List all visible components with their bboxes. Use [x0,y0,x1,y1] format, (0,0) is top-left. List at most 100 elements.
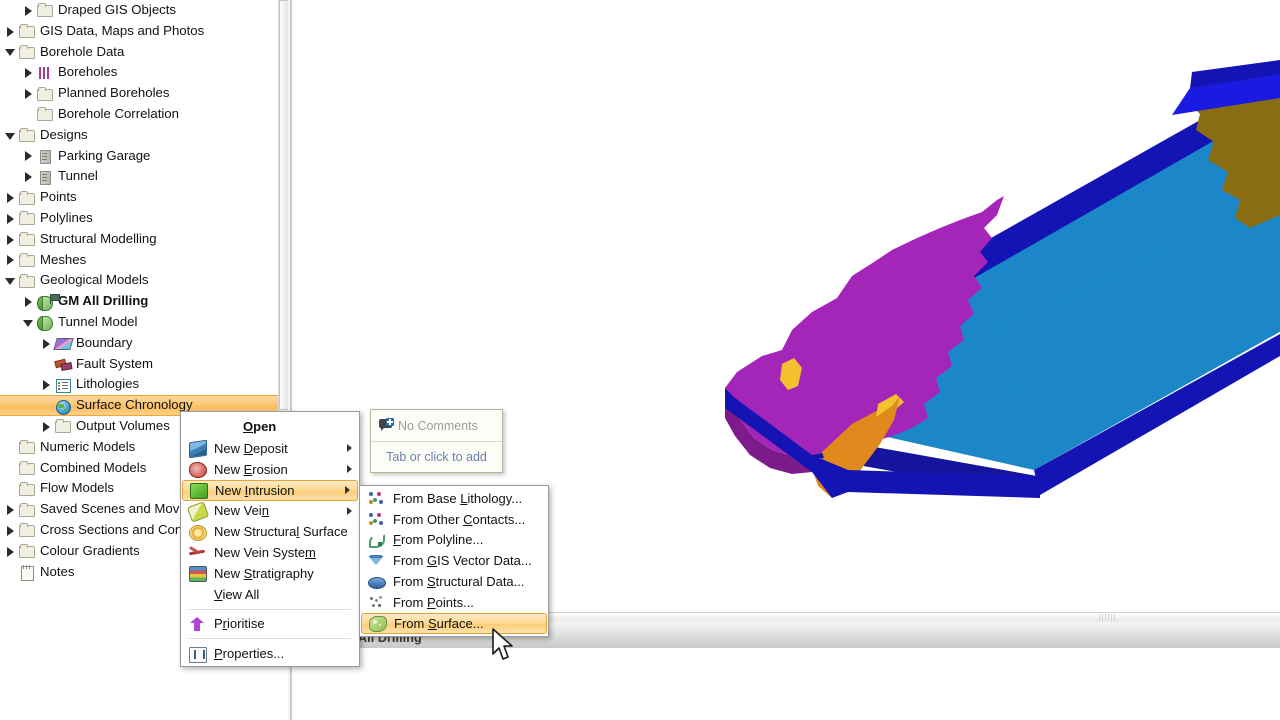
chevron-down-icon[interactable] [4,45,17,58]
structural-data-icon [367,574,386,590]
chevron-right-icon[interactable] [40,378,53,391]
tree-item[interactable]: Polylines [0,208,278,229]
menu-item[interactable]: New Structural Surface [181,521,359,542]
tree-item[interactable]: Draped GIS Objects [0,0,278,21]
menu-item[interactable]: View All [181,584,359,605]
tree-item[interactable]: Meshes [0,250,278,271]
chevron-down-icon[interactable] [22,316,35,329]
tree-item-label: Lithologies [76,376,140,392]
menu-item[interactable]: Prioritise [181,614,359,635]
chevron-right-icon[interactable] [4,233,17,246]
chevron-right-icon[interactable] [40,337,53,350]
comments-add-hint[interactable]: Tab or click to add [371,442,502,471]
polyline-icon [367,532,386,548]
tree-item[interactable]: Designs [0,125,278,146]
tree-item-label: Notes [40,563,75,579]
menu-item[interactable]: From Polyline... [360,530,548,551]
menu-item-label: New Stratigraphy [214,565,314,581]
menu-item[interactable]: From Points... [360,592,548,613]
menu-item[interactable]: Properties... [181,643,359,664]
chevron-right-icon[interactable] [22,149,35,162]
menu-item-label: From Base Lithology... [393,490,523,506]
menu-item-label: Open [243,418,277,434]
chevron-right-icon[interactable] [4,524,17,537]
tree-item[interactable]: Geological Models [0,270,278,291]
folder-icon [18,439,35,455]
tree-item[interactable]: Points [0,187,278,208]
chevron-right-icon[interactable] [4,503,17,516]
tree-item[interactable]: Planned Boreholes [0,83,278,104]
menu-item[interactable]: From GIS Vector Data... [360,550,548,571]
prioritise-icon [188,616,207,632]
menu-item[interactable]: New Stratigraphy [181,563,359,584]
menu-item-label: New Structural Surface [214,524,348,540]
tree-item[interactable]: Boreholes [0,62,278,83]
tree-item[interactable]: Tunnel Model [0,312,278,333]
chevron-right-icon[interactable] [40,420,53,433]
tree-item[interactable]: Tunnel [0,166,278,187]
chevron-right-icon[interactable] [22,4,35,17]
tree-item-label: Structural Modelling [40,230,157,246]
chevron-right-icon[interactable] [4,191,17,204]
menu-item-highlighted[interactable]: New Intrusion [182,479,358,501]
chevron-right-icon[interactable] [22,66,35,79]
menu-item-label: From Other Contacts... [393,511,526,527]
fault-system-icon [54,356,71,372]
folder-icon [18,502,35,518]
chevron-down-icon[interactable] [4,129,17,142]
tree-item-label: Tunnel Model [58,313,138,329]
menu-item-label: From Polyline... [393,532,484,548]
vein-icon [186,501,210,523]
chevron-right-icon[interactable] [22,170,35,183]
tree-item[interactable]: Borehole Data [0,42,278,63]
tree-item[interactable]: Fault System [0,354,278,375]
tree-item-label: Boreholes [58,64,118,80]
menu-item-highlighted[interactable]: From Surface... [361,612,547,634]
context-menu[interactable]: Open New Deposit New Erosion New Intrusion N… [180,411,360,668]
erosion-icon [188,461,207,479]
chevron-right-icon[interactable] [4,212,17,225]
menu-item[interactable]: From Base Lithology... [360,488,548,509]
tree-item-label: Saved Scenes and Movies [40,501,197,517]
folder-icon [18,460,35,476]
lithologies-icon [54,377,71,393]
chevron-right-icon[interactable] [22,87,35,100]
tree-item[interactable]: Structural Modelling [0,229,278,250]
folder-icon [18,210,35,226]
tree-item-label: Surface Chronology [76,397,193,413]
tree-item[interactable]: GM All Drilling [0,291,278,312]
structural-surface-icon [188,524,207,541]
tree-item[interactable]: Parking Garage [0,146,278,167]
application-window: All Drilling Draped GIS Objects GIS Data,… [0,0,1280,720]
chevron-right-icon[interactable] [4,253,17,266]
menu-item[interactable]: Open [181,414,359,438]
menu-item[interactable]: New Deposit [181,438,359,459]
tree-item[interactable]: Borehole Correlation [0,104,278,125]
tree-item[interactable]: Boundary [0,333,278,354]
tree-item[interactable]: GIS Data, Maps and Photos [0,21,278,42]
vein-system-icon [188,545,207,561]
menu-item[interactable]: New Vein System [181,542,359,563]
menu-item[interactable]: New Vein [181,501,359,523]
chevron-down-icon[interactable] [4,274,17,287]
tree-item[interactable]: Lithologies [0,374,278,395]
menu-item[interactable]: New Erosion [181,459,359,480]
chevron-right-icon[interactable] [4,25,17,38]
menu-item[interactable]: From Other Contacts... [360,509,548,530]
chevron-right-icon[interactable] [22,295,35,308]
splitter-grip[interactable] [1099,614,1115,621]
menu-item[interactable]: From Structural Data... [360,571,548,592]
tree-item-label: Tunnel [58,168,98,184]
flag-icon [50,293,60,305]
folder-icon [18,127,35,143]
tree-item-label: Meshes [40,251,87,267]
intrusion-icon [189,482,208,500]
chevron-right-icon[interactable] [4,545,17,558]
menu-item-label: Properties... [214,646,285,662]
comments-popup[interactable]: No Comments Tab or click to add [370,409,503,473]
menu-item-label: New Deposit [214,440,288,456]
new-intrusion-submenu[interactable]: From Base Lithology... From Other Contact… [359,485,549,637]
